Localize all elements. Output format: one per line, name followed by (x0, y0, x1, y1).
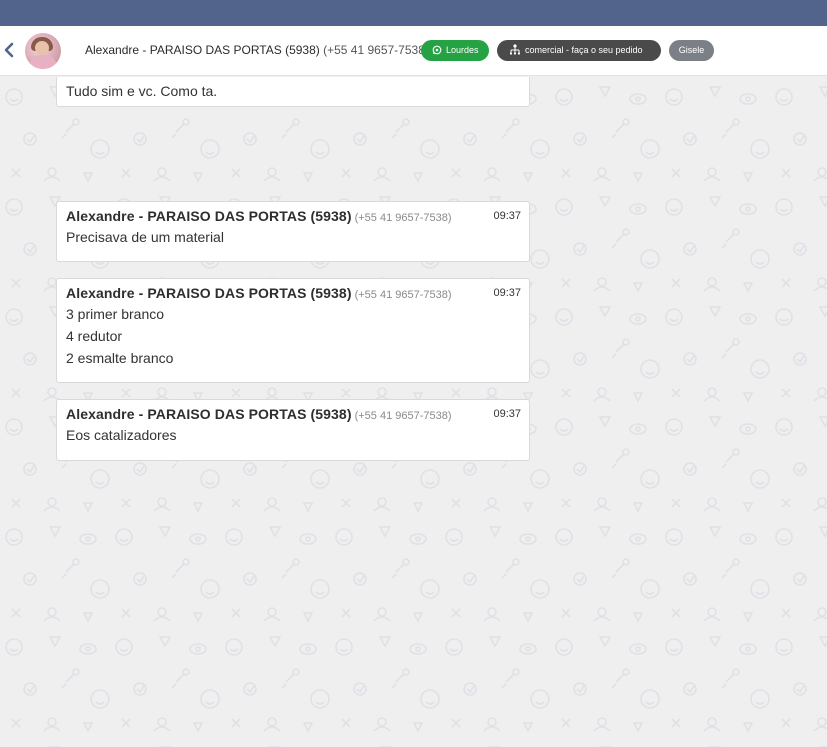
message-text: 3 primer branco (66, 306, 165, 322)
contact-phone: (+55 41 9657-7538) (323, 43, 429, 57)
message-sender: Alexandre - PARAISO DAS PORTAS (5938) (66, 406, 352, 422)
whatsapp-tag-label: Lourdes (446, 45, 479, 55)
contact-title: Alexandre - PARAISO DAS PORTAS (5938) (+… (85, 43, 429, 57)
message-text: Eos catalizadores (66, 427, 177, 443)
message-text: Tudo sim e vc. Como ta. (66, 83, 218, 99)
message-bubble: Tudo sim e vc. Como ta. (56, 77, 530, 107)
message-time: 09:37 (493, 287, 521, 299)
contact-name: Alexandre - PARAISO DAS PORTAS (5938) (85, 43, 320, 57)
message-sender: Alexandre - PARAISO DAS PORTAS (5938) (66, 285, 352, 301)
department-tag-label: comercial - faça o seu pedido (525, 45, 643, 55)
agent-tag-label: Gisele (678, 45, 705, 55)
whatsapp-connection-tag[interactable]: Lourdes (421, 40, 489, 61)
message-bubble: Alexandre - PARAISO DAS PORTAS (5938) (+5… (56, 278, 530, 383)
message-time: 09:37 (493, 408, 521, 420)
message-text: Precisava de um material (66, 229, 224, 245)
message-time: 09:37 (493, 210, 521, 222)
message-text: 4 redutor (66, 328, 123, 344)
message-bubble: Alexandre - PARAISO DAS PORTAS (5938) (+5… (56, 201, 530, 262)
chat-header: Alexandre - PARAISO DAS PORTAS (5938) (+… (0, 26, 827, 76)
message-sender-phone: (+55 41 9657-7538) (354, 289, 452, 301)
agent-tag[interactable]: Gisele (669, 40, 714, 61)
message-bubble: Alexandre - PARAISO DAS PORTAS (5938) (+5… (56, 399, 530, 461)
whatsapp-icon (432, 45, 442, 55)
chat-messages-area[interactable]: Tudo sim e vc. Como ta. Alexandre - PARA… (0, 77, 827, 747)
app-top-bar (0, 0, 827, 26)
message-sender-phone: (+55 41 9657-7538) (354, 410, 452, 422)
org-chart-icon (509, 44, 521, 55)
message-text: 2 esmalte branco (66, 350, 174, 366)
department-tag[interactable]: comercial - faça o seu pedido (497, 40, 661, 61)
message-sender: Alexandre - PARAISO DAS PORTAS (5938) (66, 208, 352, 224)
avatar[interactable] (25, 33, 61, 69)
message-sender-phone: (+55 41 9657-7538) (354, 212, 452, 224)
chevron-left-icon[interactable] (2, 41, 16, 59)
